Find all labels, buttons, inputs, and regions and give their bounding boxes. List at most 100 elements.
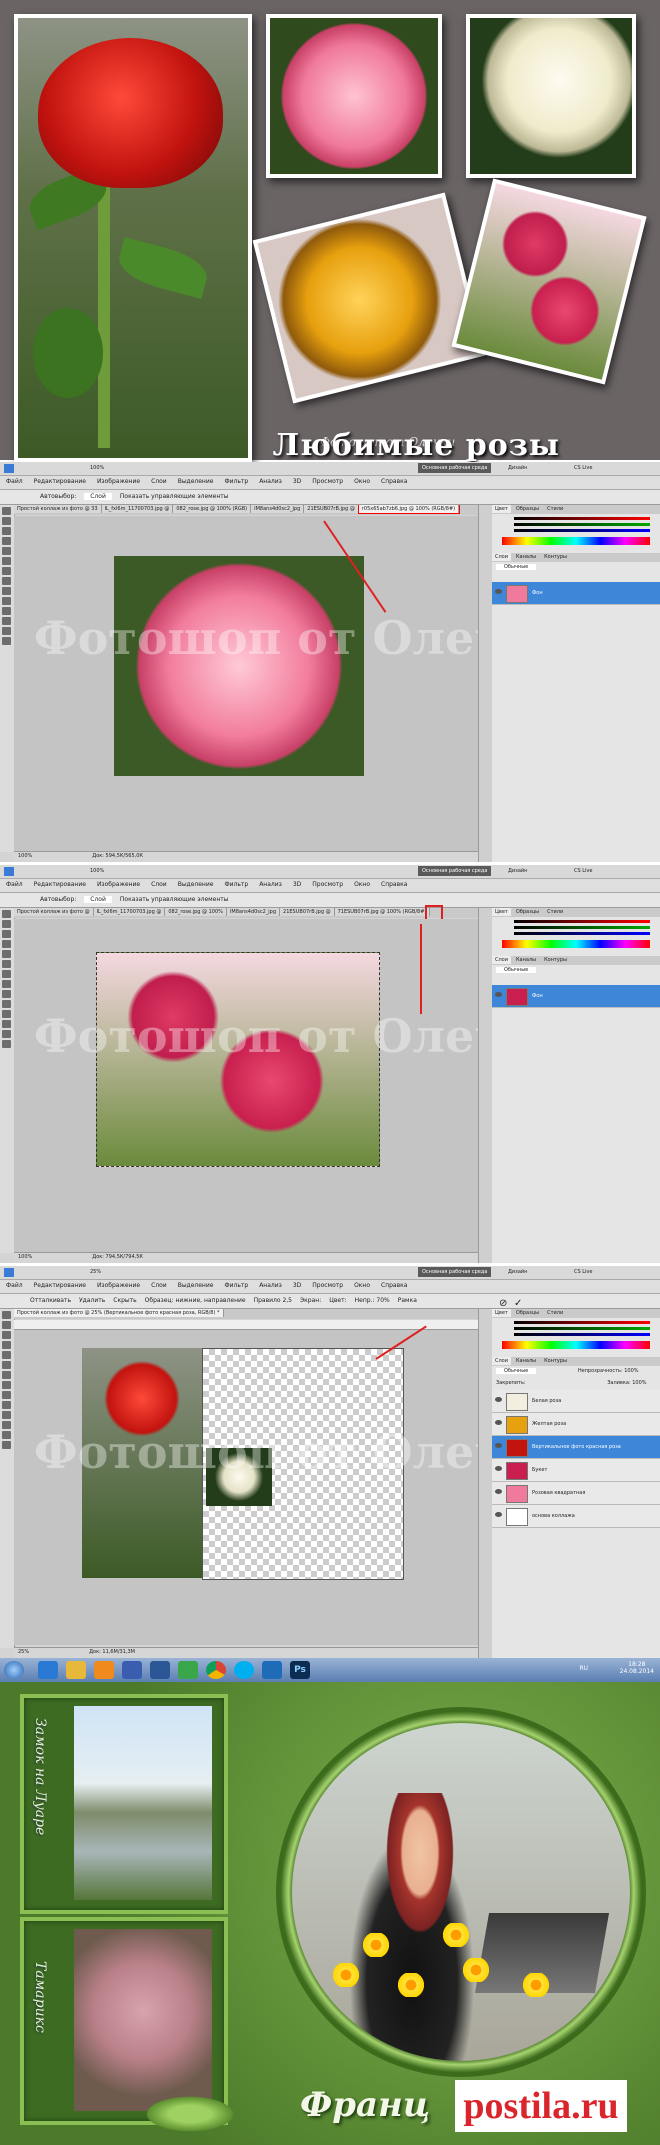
start-button[interactable]	[4, 1661, 24, 1679]
text-tool-icon[interactable]	[2, 1010, 11, 1018]
hand-tool-icon[interactable]	[2, 1030, 11, 1038]
opacity-value[interactable]: 100%	[624, 1368, 638, 1374]
eye-icon[interactable]	[495, 1420, 502, 1425]
brush-tool-icon[interactable]	[2, 1371, 11, 1379]
wand-tool-icon[interactable]	[2, 940, 11, 948]
workspace-button[interactable]: Основная рабочая среда	[418, 866, 492, 876]
tab-color[interactable]: Цвет	[492, 1309, 511, 1317]
tab-swatches[interactable]: Образцы	[513, 908, 542, 916]
brush-tool-icon[interactable]	[2, 970, 11, 978]
tab-layers[interactable]: Слои	[492, 553, 511, 561]
warp-option[interactable]: Скрыть	[113, 1297, 136, 1304]
tab-channels[interactable]: Каналы	[513, 553, 539, 561]
clock[interactable]: 18:28 24.08.2014	[620, 1661, 654, 1675]
doc-tab[interactable]: 21ESUB07rB.jpg @	[280, 908, 335, 916]
zoom-select[interactable]: 25%	[90, 1269, 101, 1275]
menu-help[interactable]: Справка	[381, 478, 407, 485]
slider-r[interactable]	[514, 920, 650, 923]
move-tool-icon[interactable]	[2, 910, 11, 918]
zoom-tool-icon[interactable]	[2, 1441, 11, 1449]
media-player-icon[interactable]	[262, 1661, 282, 1679]
doc-tab[interactable]: IM8ans4d0sc2_jpg	[226, 908, 281, 916]
doc-tab[interactable]: IL_fxl6m_11700703.jpg @	[93, 908, 166, 916]
folder-icon[interactable]	[66, 1661, 86, 1679]
menu-window[interactable]: Окно	[354, 478, 370, 485]
stamp-tool-icon[interactable]	[2, 980, 11, 988]
warp-option[interactable]: Непр.: 70%	[355, 1297, 390, 1304]
wand-tool-icon[interactable]	[2, 537, 11, 545]
canvas-area[interactable]: Фотошоп от Олечки	[14, 919, 575, 1252]
eye-icon[interactable]	[495, 1512, 502, 1517]
doc-tab[interactable]: 082_rose.jpg @ 100%	[165, 908, 227, 916]
canvas-area[interactable]: Фотошоп от Олечки	[14, 1325, 575, 1645]
eyedropper-tool-icon[interactable]	[2, 557, 11, 565]
eraser-tool-icon[interactable]	[2, 990, 11, 998]
slider-g[interactable]	[514, 523, 650, 526]
slider-b[interactable]	[514, 529, 650, 532]
layer-row-selected[interactable]: Вертикальное фото красная роза	[492, 1436, 660, 1459]
doc-tab[interactable]: IL_fxl6m_11700703.jpg @	[101, 505, 174, 513]
autoselect-select[interactable]: Слой	[84, 896, 112, 903]
slider-b[interactable]	[514, 932, 650, 935]
doc-tab[interactable]: Простой коллаж из фото @	[14, 908, 94, 916]
eye-icon[interactable]	[495, 992, 502, 997]
cs-live-button[interactable]: CS Live	[574, 868, 592, 874]
gradient-tool-icon[interactable]	[2, 597, 11, 605]
hand-tool-icon[interactable]	[2, 1431, 11, 1439]
layer-row[interactable]: основа коллажа	[492, 1505, 660, 1528]
eraser-tool-icon[interactable]	[2, 587, 11, 595]
ie-icon[interactable]	[38, 1661, 58, 1679]
layer-row[interactable]: Букет	[492, 1459, 660, 1482]
doc-tab-active[interactable]: Простой коллаж из фото @ 25% (Вертикальн…	[14, 1309, 224, 1317]
menu-select[interactable]: Выделение	[178, 881, 214, 888]
doc-tab-active[interactable]: 71ESUB07rB.jpg @ 100% (RGB/8#)	[334, 908, 431, 916]
design-button[interactable]: Дизайн	[508, 868, 527, 874]
zoom-tool-icon[interactable]	[2, 637, 11, 645]
workspace-button[interactable]: Основная рабочая среда	[418, 1267, 492, 1277]
menu-image[interactable]: Изображение	[97, 881, 140, 888]
tab-swatches[interactable]: Образцы	[513, 1309, 542, 1317]
fill-value[interactable]: 100%	[632, 1380, 646, 1386]
warp-option[interactable]: Правило 2,5	[254, 1297, 292, 1304]
doc-tab[interactable]: 082_rose.jpg @ 100% (RGB)	[173, 505, 252, 513]
eye-icon[interactable]	[495, 589, 502, 594]
color-spectrum[interactable]	[502, 537, 650, 545]
tab-paths[interactable]: Контуры	[541, 956, 570, 964]
photoshop-taskbar-button[interactable]: Ps	[290, 1661, 310, 1679]
tab-styles[interactable]: Стили	[544, 505, 566, 513]
tab-styles[interactable]: Стили	[544, 1309, 566, 1317]
color-spectrum[interactable]	[502, 1341, 650, 1349]
menu-analysis[interactable]: Анализ	[259, 1282, 282, 1289]
warp-option[interactable]: Образец: нижние, направление	[145, 1297, 246, 1304]
workspace-button[interactable]: Основная рабочая среда	[418, 463, 492, 473]
tab-channels[interactable]: Каналы	[513, 1357, 539, 1365]
marquee-tool-icon[interactable]	[2, 1321, 11, 1329]
layer-row[interactable]: Желтая роза	[492, 1413, 660, 1436]
layer-row[interactable]: Фон	[492, 582, 660, 605]
crop-tool-icon[interactable]	[2, 547, 11, 555]
slider-r[interactable]	[514, 1321, 650, 1324]
eyedropper-tool-icon[interactable]	[2, 960, 11, 968]
doc-tab-active[interactable]: r05x65ab7zb6.jpg @ 100% (RGB/8#)	[357, 505, 461, 514]
language-indicator[interactable]: RU	[579, 1665, 588, 1672]
menu-file[interactable]: Файл	[6, 1282, 23, 1289]
menu-view[interactable]: Просмотр	[312, 478, 343, 485]
warp-option[interactable]: Экран:	[300, 1297, 321, 1304]
eyedropper-tool-icon[interactable]	[2, 1361, 11, 1369]
postila-watermark[interactable]: postila.ru	[455, 2080, 627, 2132]
menu-view[interactable]: Просмотр	[312, 1282, 343, 1289]
menu-filter[interactable]: Фильтр	[224, 881, 248, 888]
menu-layers[interactable]: Слои	[151, 478, 167, 485]
autoselect-select[interactable]: Слой	[84, 493, 112, 500]
warp-option[interactable]: Удалить	[79, 1297, 105, 1304]
cs-live-button[interactable]: CS Live	[574, 465, 592, 471]
slider-b[interactable]	[514, 1333, 650, 1336]
menu-window[interactable]: Окно	[354, 881, 370, 888]
eraser-tool-icon[interactable]	[2, 1391, 11, 1399]
design-button[interactable]: Дизайн	[508, 465, 527, 471]
canvas-area[interactable]: Фотошоп от Олечки	[14, 516, 575, 851]
menu-filter[interactable]: Фильтр	[224, 478, 248, 485]
menu-analysis[interactable]: Анализ	[259, 478, 282, 485]
menu-select[interactable]: Выделение	[178, 478, 214, 485]
menu-view[interactable]: Просмотр	[312, 881, 343, 888]
